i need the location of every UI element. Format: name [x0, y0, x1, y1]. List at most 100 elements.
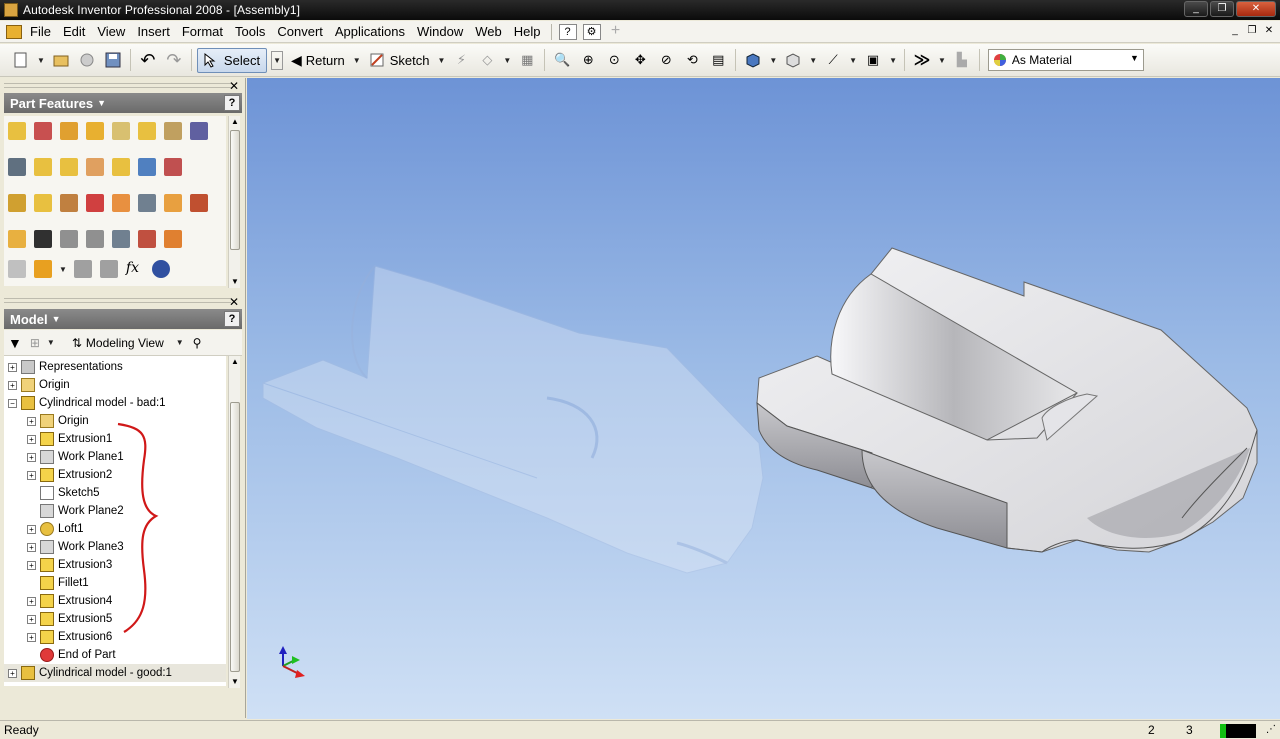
zoom-selected-icon[interactable]: ⊘	[654, 48, 678, 72]
open-icon[interactable]	[49, 48, 73, 72]
panel-close-icon[interactable]: ✕	[229, 80, 239, 92]
expand-icon[interactable]: +	[27, 452, 36, 462]
shaded-display-icon[interactable]	[741, 48, 765, 72]
menu-file[interactable]: File	[24, 22, 57, 42]
rib-icon[interactable]	[112, 122, 130, 140]
scroll-up-icon[interactable]: ▲	[229, 116, 241, 128]
coil-icon[interactable]	[190, 122, 208, 140]
return-button[interactable]: ◀ Return	[287, 48, 349, 72]
loft-icon[interactable]	[138, 122, 156, 140]
rest-icon[interactable]	[34, 230, 52, 248]
snap-fit-icon[interactable]	[8, 230, 26, 248]
tree-item-extrusion1[interactable]: + Extrusion1	[27, 430, 112, 448]
shadow-dropdown-icon[interactable]: ▼	[809, 56, 817, 65]
menu-edit[interactable]: Edit	[57, 22, 91, 42]
help-icon[interactable]: ?	[558, 23, 577, 40]
menu-window[interactable]: Window	[411, 22, 469, 42]
scroll-up-icon[interactable]: ▲	[229, 356, 241, 368]
minimize-button[interactable]: _	[1184, 1, 1208, 17]
combine-icon[interactable]	[138, 230, 156, 248]
ground-icon[interactable]: ▙	[950, 48, 974, 72]
new-dropdown-icon[interactable]: ▼	[37, 56, 45, 65]
grill-icon[interactable]	[190, 194, 208, 212]
insert-ifeature-icon[interactable]	[151, 260, 170, 278]
copy-object-icon[interactable]	[164, 194, 182, 212]
menu-help[interactable]: Help	[508, 22, 547, 42]
tree-item-origin[interactable]: + Origin	[8, 376, 70, 394]
menu-insert[interactable]: Insert	[131, 22, 176, 42]
new-icon[interactable]	[9, 48, 33, 72]
tree-view-dropdown-icon[interactable]: ▼	[47, 338, 55, 347]
work-point-icon[interactable]	[34, 260, 52, 278]
panel-grip[interactable]	[4, 83, 231, 88]
hole-icon[interactable]	[60, 122, 78, 140]
part-features-header[interactable]: Part Features ▼ ?	[4, 93, 242, 113]
tree-item-fillet1[interactable]: Fillet1	[27, 574, 89, 592]
work-point-dropdown-icon[interactable]: ▼	[59, 265, 67, 274]
menu-web[interactable]: Web	[469, 22, 508, 42]
menu-applications[interactable]: Applications	[329, 22, 411, 42]
scroll-down-icon[interactable]: ▼	[229, 676, 241, 688]
find-icon[interactable]: ⚲	[193, 336, 202, 350]
delete-face-icon[interactable]	[86, 194, 104, 212]
emboss-icon[interactable]	[164, 158, 182, 176]
modeling-view-label[interactable]: Modeling View	[86, 336, 164, 350]
sculpt-icon[interactable]	[138, 194, 156, 212]
parameters-fx-icon[interactable]: fx	[126, 260, 144, 278]
collapse-icon[interactable]: −	[8, 398, 17, 408]
tree-item-sketch5[interactable]: Sketch5	[27, 484, 100, 502]
features-scrollbar[interactable]: ▲ ▼	[228, 116, 240, 288]
scroll-thumb[interactable]	[230, 130, 240, 250]
tree-view-icon[interactable]: ⊞	[30, 336, 40, 350]
document-icon[interactable]	[6, 24, 22, 39]
camera-dropdown-icon[interactable]: ▼	[849, 56, 857, 65]
expand-icon[interactable]: +	[27, 614, 36, 624]
redo-icon[interactable]: ↷	[162, 48, 186, 72]
expand-icon[interactable]: +	[27, 542, 36, 552]
model-scrollbar[interactable]: ▲ ▼	[228, 356, 240, 688]
chamfer-icon[interactable]	[60, 158, 78, 176]
decal-icon[interactable]	[8, 194, 26, 212]
tree-item-representations[interactable]: + Representations	[8, 358, 123, 376]
tree-item-end-of-part[interactable]: End of Part	[27, 646, 116, 664]
revolve-icon[interactable]	[34, 122, 52, 140]
tree-item-work-plane2[interactable]: Work Plane2	[27, 502, 124, 520]
tree-item-extrusion3[interactable]: + Extrusion3	[27, 556, 112, 574]
tree-item-loft1[interactable]: + Loft1	[27, 520, 84, 538]
move-face-icon[interactable]	[60, 194, 78, 212]
sweep-icon[interactable]	[164, 122, 182, 140]
parameters-icon[interactable]: ▦	[515, 48, 539, 72]
resize-grip-icon[interactable]: ⋰	[1266, 724, 1276, 735]
replace-face-icon[interactable]	[112, 194, 130, 212]
zoom-window-icon[interactable]: ⊕	[576, 48, 600, 72]
ucs-icon[interactable]	[73, 260, 92, 278]
tree-item-extrusion5[interactable]: + Extrusion5	[27, 610, 112, 628]
doc-restore-button[interactable]: ❐	[1245, 24, 1259, 38]
sketch-button[interactable]: Sketch	[365, 48, 434, 72]
pan-icon[interactable]: ✥	[628, 48, 652, 72]
tree-item-origin-sub[interactable]: + Origin	[27, 412, 89, 430]
tree-item-work-plane1[interactable]: + Work Plane1	[27, 448, 124, 466]
expand-icon[interactable]: +	[27, 416, 36, 426]
panel-close-icon[interactable]: ✕	[229, 296, 239, 308]
undo-icon[interactable]: ↶	[136, 48, 160, 72]
tree-item-extrusion6[interactable]: + Extrusion6	[27, 628, 112, 646]
save-icon[interactable]	[101, 48, 125, 72]
close-button[interactable]: ✕	[1236, 1, 1276, 17]
section-icon[interactable]: ▣	[861, 48, 885, 72]
derive-icon[interactable]	[99, 260, 118, 278]
expand-icon[interactable]: +	[27, 632, 36, 642]
appearance-dropdown-icon[interactable]: ▼	[1130, 53, 1139, 63]
fillet-icon[interactable]	[34, 158, 52, 176]
update-icon[interactable]: ⚡	[449, 48, 473, 72]
expand-icon[interactable]: +	[27, 560, 36, 570]
doc-close-button[interactable]: ✕	[1262, 24, 1276, 38]
section-dropdown-icon[interactable]: ▼	[889, 56, 897, 65]
split-icon[interactable]	[112, 158, 130, 176]
filter-icon[interactable]: ▼	[8, 335, 22, 351]
sketch-dropdown-icon[interactable]: ▼	[437, 56, 445, 65]
tree-item-extrusion2[interactable]: + Extrusion2	[27, 466, 112, 484]
project-icon[interactable]	[75, 48, 99, 72]
tree-item-cylindrical-good[interactable]: + Cylindrical model - good:1	[4, 664, 226, 682]
display-dropdown-icon[interactable]: ▼	[769, 56, 777, 65]
